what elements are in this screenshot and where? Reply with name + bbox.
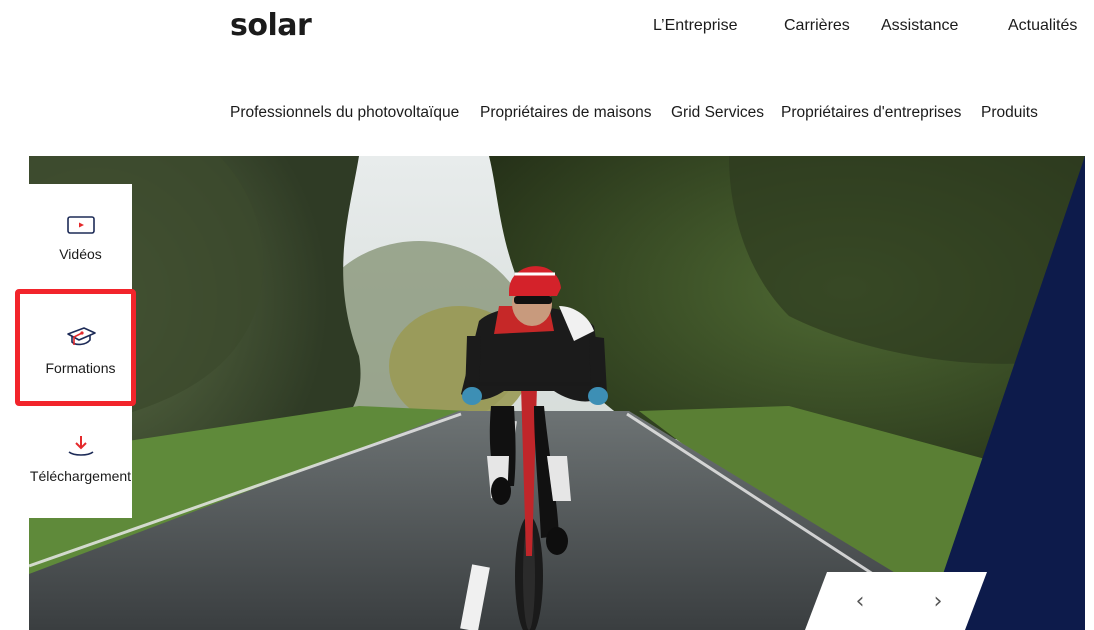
slider-next-button[interactable]: › — [923, 586, 953, 616]
graduation-cap-icon — [66, 327, 96, 346]
hero-image-cyclist — [29, 156, 1085, 630]
chevron-left-icon: ‹ — [855, 588, 865, 614]
main-nav-produits[interactable]: Produits — [981, 104, 1038, 122]
main-nav-professionnels[interactable]: Professionnels du photovoltaïque — [230, 104, 459, 122]
hero-banner: ‹ › — [29, 156, 1085, 630]
video-icon — [66, 216, 95, 234]
side-item-label: Téléchargement — [29, 468, 132, 484]
chevron-right-icon: › — [933, 588, 943, 614]
download-icon — [68, 436, 93, 456]
top-nav-entreprise[interactable]: L’Entreprise — [653, 17, 738, 35]
side-toolbar: Vidéos Formations Téléchargement — [29, 184, 132, 518]
side-item-label: Formations — [45, 360, 116, 376]
slider-controls-background — [805, 572, 987, 630]
top-navigation: L’Entreprise Carrières Assistance Actual… — [0, 17, 1094, 39]
main-nav-proprietaires-maisons[interactable]: Propriétaires de maisons — [480, 104, 651, 122]
main-nav-proprietaires-entreprises[interactable]: Propriétaires d'entreprises — [781, 104, 961, 122]
side-item-videos[interactable]: Vidéos — [29, 214, 132, 262]
main-navigation: Professionnels du photovoltaïque Proprié… — [0, 104, 1094, 126]
slider-controls: ‹ › — [805, 572, 987, 630]
slider-prev-button[interactable]: ‹ — [845, 586, 875, 616]
top-nav-carrieres[interactable]: Carrières — [784, 17, 850, 35]
side-item-label: Vidéos — [59, 246, 102, 262]
main-nav-grid-services[interactable]: Grid Services — [671, 104, 764, 122]
side-item-formations[interactable]: Formations — [29, 324, 132, 376]
side-item-downloads[interactable]: Téléchargement — [29, 434, 132, 484]
top-nav-actualites[interactable]: Actualités — [1008, 17, 1077, 35]
top-nav-assistance[interactable]: Assistance — [881, 17, 958, 35]
